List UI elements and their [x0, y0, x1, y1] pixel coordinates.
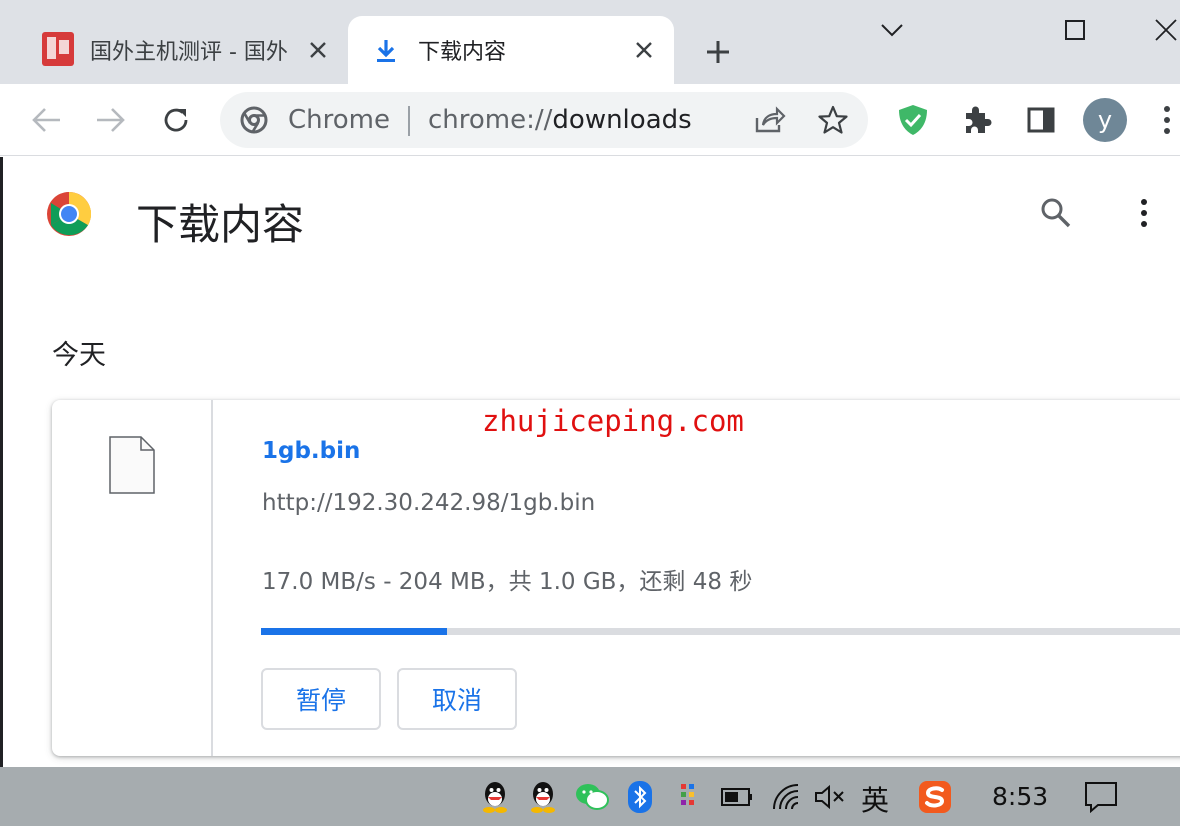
chrome-site-icon [240, 106, 268, 138]
download-status: 17.0 MB/s - 204 MB，共 1.0 GB，还剩 48 秒 [262, 569, 753, 595]
tab-title: 下载内容 [418, 40, 507, 65]
wechat-icon[interactable] [574, 779, 610, 815]
address-bar[interactable]: Chrome chrome://downloads [220, 92, 868, 148]
site-favicon-icon [42, 32, 74, 66]
reload-icon [164, 108, 188, 132]
chrome-logo-icon [46, 191, 92, 241]
tab-title: 国外主机测评 - 国外 [90, 40, 288, 65]
app-tray-icon[interactable] [670, 779, 706, 815]
taskbar-clock[interactable]: 8:53 [992, 782, 1048, 811]
plus-icon [707, 41, 729, 63]
close-icon [1155, 19, 1177, 41]
notification-center-icon[interactable] [1083, 779, 1119, 815]
forward-button[interactable] [90, 100, 130, 140]
maximize-icon [1065, 20, 1085, 40]
tab-close-icon[interactable] [304, 36, 332, 64]
chevron-down-icon [881, 24, 903, 37]
arrow-right-icon [97, 108, 125, 132]
file-source-url[interactable]: http://192.30.242.98/1gb.bin [262, 490, 595, 516]
tab-close-icon[interactable] [630, 36, 658, 64]
reload-button[interactable] [156, 100, 196, 140]
more-vertical-icon [1141, 199, 1147, 227]
download-progress-fill [261, 628, 447, 635]
puzzle-icon [966, 106, 992, 133]
tab-zhujiceping[interactable]: 国外主机测评 - 国外 [20, 16, 342, 84]
tab-search-button[interactable] [872, 10, 912, 50]
page-title: 下载内容 [136, 200, 305, 249]
new-tab-button[interactable] [700, 34, 736, 70]
shield-check-icon [899, 105, 927, 135]
profile-avatar[interactable]: y [1083, 98, 1127, 142]
pause-button[interactable]: 暂停 [261, 668, 381, 730]
watermark: zhujiceping.com [482, 404, 744, 438]
url-text[interactable]: chrome://downloads [428, 105, 692, 135]
back-button[interactable] [27, 100, 67, 140]
close-window-button[interactable] [1146, 10, 1180, 50]
date-section-heading: 今天 [52, 340, 106, 371]
page-menu-button[interactable] [1140, 198, 1148, 232]
cancel-button[interactable]: 取消 [397, 668, 517, 730]
extensions-button[interactable] [957, 100, 997, 140]
url-scheme: chrome:// [428, 105, 553, 135]
windows-taskbar: 英 8:53 [0, 767, 1180, 826]
volume-muted-icon[interactable] [812, 779, 848, 815]
maximize-button[interactable] [1055, 10, 1095, 50]
bookmark-star-icon[interactable] [818, 105, 848, 139]
file-name-link[interactable]: 1gb.bin [262, 438, 360, 464]
omnibox-separator [408, 106, 410, 136]
browser-window: 国外主机测评 - 国外 下载内容 Chrome chrome://downloa… [0, 0, 1180, 826]
download-icon [374, 38, 398, 68]
download-progress-bar [261, 628, 1180, 635]
downloads-page: 下载内容 今天 zhujiceping.com 1gb.bin http://1… [0, 157, 1180, 767]
ime-indicator[interactable]: 英 [861, 779, 889, 819]
adguard-extension-button[interactable] [893, 100, 933, 140]
download-item-card: zhujiceping.com 1gb.bin http://192.30.24… [52, 400, 1180, 756]
sogou-ime-icon[interactable] [917, 779, 953, 815]
arrow-left-icon [32, 108, 60, 132]
downloads-header: 下载内容 [0, 157, 1180, 267]
side-panel-icon [1027, 107, 1055, 133]
more-vertical-icon [1164, 106, 1170, 134]
browser-toolbar: Chrome chrome://downloads y [0, 84, 1180, 156]
file-icon [109, 436, 155, 498]
site-chip-label: Chrome [288, 105, 390, 135]
side-panel-button[interactable] [1021, 100, 1061, 140]
tab-strip: 国外主机测评 - 国外 下载内容 [0, 0, 1180, 84]
battery-icon[interactable] [719, 779, 755, 815]
share-icon[interactable] [754, 106, 786, 138]
card-divider [211, 400, 213, 756]
wifi-icon[interactable] [769, 779, 805, 815]
url-path: downloads [552, 105, 692, 135]
browser-menu-button[interactable] [1152, 100, 1180, 140]
profile-initial: y [1097, 106, 1113, 134]
tab-downloads[interactable]: 下载内容 [348, 16, 674, 84]
search-icon[interactable] [1040, 197, 1072, 233]
bluetooth-icon[interactable] [622, 779, 658, 815]
qq-icon[interactable] [477, 779, 513, 815]
qq-icon[interactable] [525, 779, 561, 815]
